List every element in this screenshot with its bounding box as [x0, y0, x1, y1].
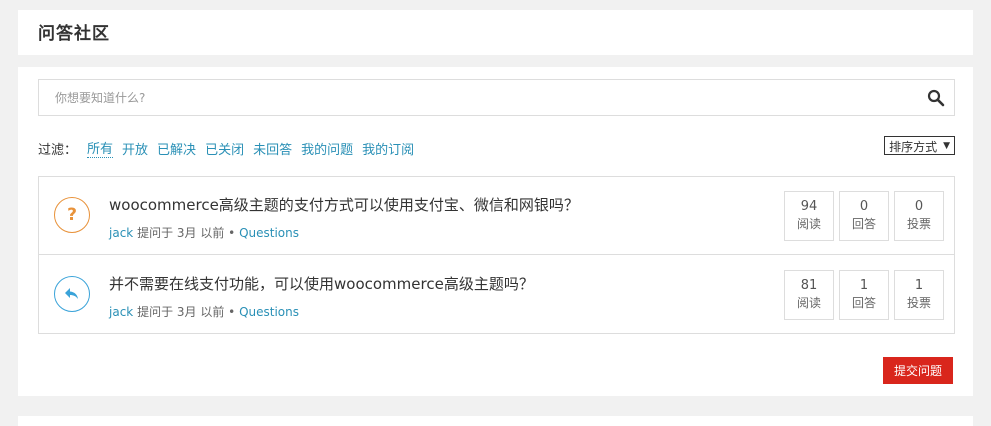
stat-answers-label: 回答	[851, 296, 876, 310]
question-category[interactable]: Questions	[239, 305, 299, 319]
question-meta: jack 提问于 3月 以前 • Questions	[109, 303, 299, 320]
question-list: ? woocommerce高级主题的支付方式可以使用支付宝、微信和网银吗？ ja…	[38, 176, 955, 334]
sort-dropdown[interactable]: 排序方式 ▼	[884, 136, 955, 155]
stat-votes-value: 0	[914, 199, 924, 214]
bottom-card	[18, 416, 973, 426]
filter-open[interactable]: 开放	[122, 139, 148, 158]
question-title[interactable]: 并不需要在线支付功能，可以使用woocommerce高级主题吗？	[109, 273, 534, 294]
filter-resolved[interactable]: 已解决	[157, 139, 196, 158]
dropdown-arrow-icon: ▼	[943, 141, 950, 151]
question-time: 提问于 3月 以前 •	[137, 226, 236, 240]
stat-views-label: 阅读	[796, 217, 821, 231]
filter-my-subscriptions[interactable]: 我的订阅	[362, 139, 414, 158]
stat-answers-value: 1	[859, 278, 869, 293]
question-title[interactable]: woocommerce高级主题的支付方式可以使用支付宝、微信和网银吗？	[109, 194, 579, 215]
search-icon[interactable]	[927, 89, 945, 107]
page-title: 问答社区	[38, 24, 110, 44]
question-item: 并不需要在线支付功能，可以使用woocommerce高级主题吗？ jack 提问…	[39, 256, 954, 334]
submit-question-button[interactable]: 提交问题	[883, 357, 953, 384]
filter-unanswered[interactable]: 未回答	[253, 139, 292, 158]
question-author[interactable]: jack	[109, 226, 133, 240]
header-card: 问答社区	[18, 10, 973, 55]
stat-votes: 1 投票	[894, 270, 944, 320]
stat-answers: 0 回答	[839, 191, 889, 241]
sort-label: 排序方式	[889, 139, 938, 154]
stat-views-value: 94	[800, 199, 818, 214]
stat-answers-value: 0	[859, 199, 869, 214]
stat-answers: 1 回答	[839, 270, 889, 320]
filter-my-questions[interactable]: 我的问题	[301, 139, 353, 158]
stat-votes-label: 投票	[906, 217, 931, 231]
question-mark-icon: ?	[54, 197, 90, 233]
filter-closed[interactable]: 已关闭	[205, 139, 244, 158]
search-box	[38, 79, 955, 116]
filter-label: 过滤：	[38, 142, 78, 158]
stat-votes-value: 1	[914, 278, 924, 293]
stat-views-label: 阅读	[796, 296, 821, 310]
question-time: 提问于 3月 以前 •	[137, 305, 236, 319]
question-stats: 81 阅读 1 回答 1 投票	[779, 270, 944, 320]
filter-bar: 过滤： 所有 开放 已解决 已关闭 未回答 我的问题 我的订阅	[38, 138, 423, 158]
question-meta: jack 提问于 3月 以前 • Questions	[109, 224, 299, 241]
question-category[interactable]: Questions	[239, 226, 299, 240]
reply-arrow-icon	[54, 276, 90, 312]
stat-votes: 0 投票	[894, 191, 944, 241]
stat-views-value: 81	[800, 278, 818, 293]
stat-votes-label: 投票	[906, 296, 931, 310]
stat-views: 94 阅读	[784, 191, 834, 241]
search-input[interactable]	[39, 80, 919, 115]
qa-card: 过滤： 所有 开放 已解决 已关闭 未回答 我的问题 我的订阅 排序方式 ▼ ?…	[18, 67, 973, 396]
stat-views: 81 阅读	[784, 270, 834, 320]
stat-answers-label: 回答	[851, 217, 876, 231]
filter-all[interactable]: 所有	[87, 138, 114, 158]
question-author[interactable]: jack	[109, 305, 133, 319]
question-item: ? woocommerce高级主题的支付方式可以使用支付宝、微信和网银吗？ ja…	[39, 177, 954, 255]
question-stats: 94 阅读 0 回答 0 投票	[779, 191, 944, 241]
